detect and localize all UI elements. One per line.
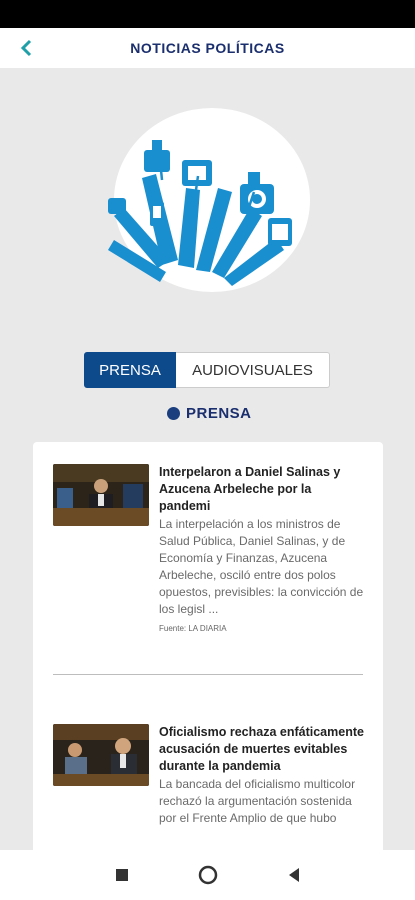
news-title: Interpelaron a Daniel Salinas y Azucena … bbox=[159, 465, 341, 513]
news-summary: La interpelación a los ministros de Salu… bbox=[159, 517, 364, 616]
page-title: NOTICIAS POLÍTICAS bbox=[130, 40, 285, 56]
chevron-left-icon bbox=[20, 39, 32, 57]
tab-prensa[interactable]: PRENSA bbox=[84, 352, 176, 388]
news-title: Oficialismo rechaza enfáticamente acusac… bbox=[159, 725, 364, 773]
back-button[interactable] bbox=[12, 34, 40, 62]
news-item[interactable]: Interpelaron a Daniel Salinas y Azucena … bbox=[53, 464, 365, 633]
press-illustration bbox=[108, 108, 310, 292]
news-summary: La bancada del oficialismo multicolor re… bbox=[159, 777, 356, 825]
divider bbox=[53, 674, 363, 675]
status-bar bbox=[0, 0, 415, 28]
news-source: Fuente: LA DIARIA bbox=[159, 624, 227, 633]
news-item[interactable]: Oficialismo rechaza enfáticamente acusac… bbox=[53, 724, 365, 827]
tab-audiovisuales[interactable]: AUDIOVISUALES bbox=[176, 352, 330, 388]
system-nav-bar bbox=[0, 850, 415, 900]
section-heading: PRENSA bbox=[167, 405, 252, 422]
bullet-dot-icon bbox=[167, 407, 180, 420]
back-nav-button[interactable] bbox=[251, 867, 337, 883]
section-title: PRENSA bbox=[186, 405, 252, 422]
tab-bar: PRENSA AUDIOVISUALES bbox=[84, 352, 330, 388]
square-icon bbox=[115, 869, 128, 881]
triangle-back-icon bbox=[288, 868, 299, 882]
home-button[interactable] bbox=[165, 864, 251, 886]
circle-icon bbox=[198, 865, 217, 885]
recents-button[interactable] bbox=[79, 868, 165, 882]
news-thumbnail bbox=[53, 464, 149, 526]
news-thumbnail bbox=[53, 724, 149, 786]
app-header: NOTICIAS POLÍTICAS bbox=[0, 28, 415, 68]
news-card: Interpelaron a Daniel Salinas y Azucena … bbox=[33, 442, 383, 862]
